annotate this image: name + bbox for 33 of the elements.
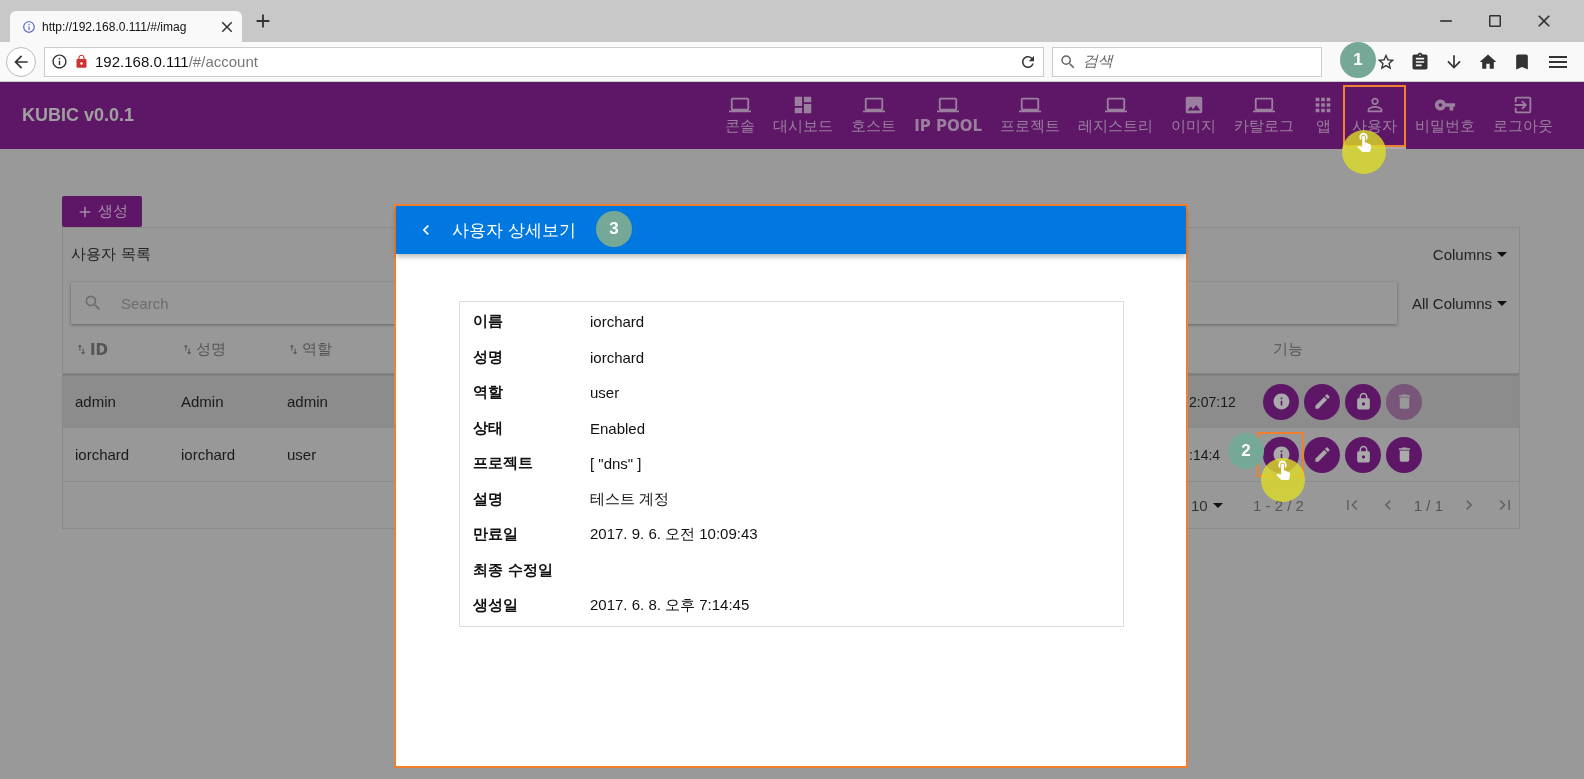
url-text: 192.168.0.111/#/account xyxy=(95,53,258,70)
field-label: 상태 xyxy=(473,418,504,438)
column-header: 기능 xyxy=(1272,340,1304,359)
table-cell-text: iorchard xyxy=(180,446,237,463)
field-label: 생성일 xyxy=(473,596,519,616)
dialog-title: 사용자 상세보기 xyxy=(452,218,577,242)
field-value: Enabled xyxy=(590,419,646,437)
table-cell-text: admin xyxy=(74,393,117,410)
field-label: 최종 수정일 xyxy=(473,560,555,580)
card-title: 사용자 목록 xyxy=(71,244,151,264)
table-cell: 2:07:12 xyxy=(1189,393,1236,410)
range-text: 1 - 2 / 2 xyxy=(1253,496,1304,514)
field-value: 2017. 6. 8. 오후 7:14:45 xyxy=(590,596,750,616)
table-cell-text: iorchard xyxy=(74,446,131,463)
table-cell-text: admin xyxy=(286,393,329,410)
table-cell-text: user xyxy=(286,446,318,463)
field-label: 만료일 xyxy=(473,525,519,545)
field-label: 역할 xyxy=(473,383,504,403)
field-value: [ "dns" ] xyxy=(590,455,642,473)
field-label: 프로젝트 xyxy=(473,454,534,474)
field-value: iorchard xyxy=(590,348,645,366)
page-text: 1 / 1 xyxy=(1413,496,1444,514)
brand-title: KUBIC v0.0.1 xyxy=(22,105,135,126)
table-cell-text: Admin xyxy=(180,393,225,410)
field-label: 성명 xyxy=(473,347,504,367)
field-value: iorchard xyxy=(590,313,645,331)
field-label: 설명 xyxy=(473,489,504,509)
table-cell: :14:4 xyxy=(1189,446,1221,463)
tab-title: http://192.168.0.111/#/imag xyxy=(42,19,188,34)
field-value: user xyxy=(590,384,620,402)
field-label: 이름 xyxy=(473,312,504,332)
field-value: 2017. 9. 6. 오전 10:09:43 xyxy=(590,525,758,545)
field-value: 테스트 계정 xyxy=(590,489,670,509)
